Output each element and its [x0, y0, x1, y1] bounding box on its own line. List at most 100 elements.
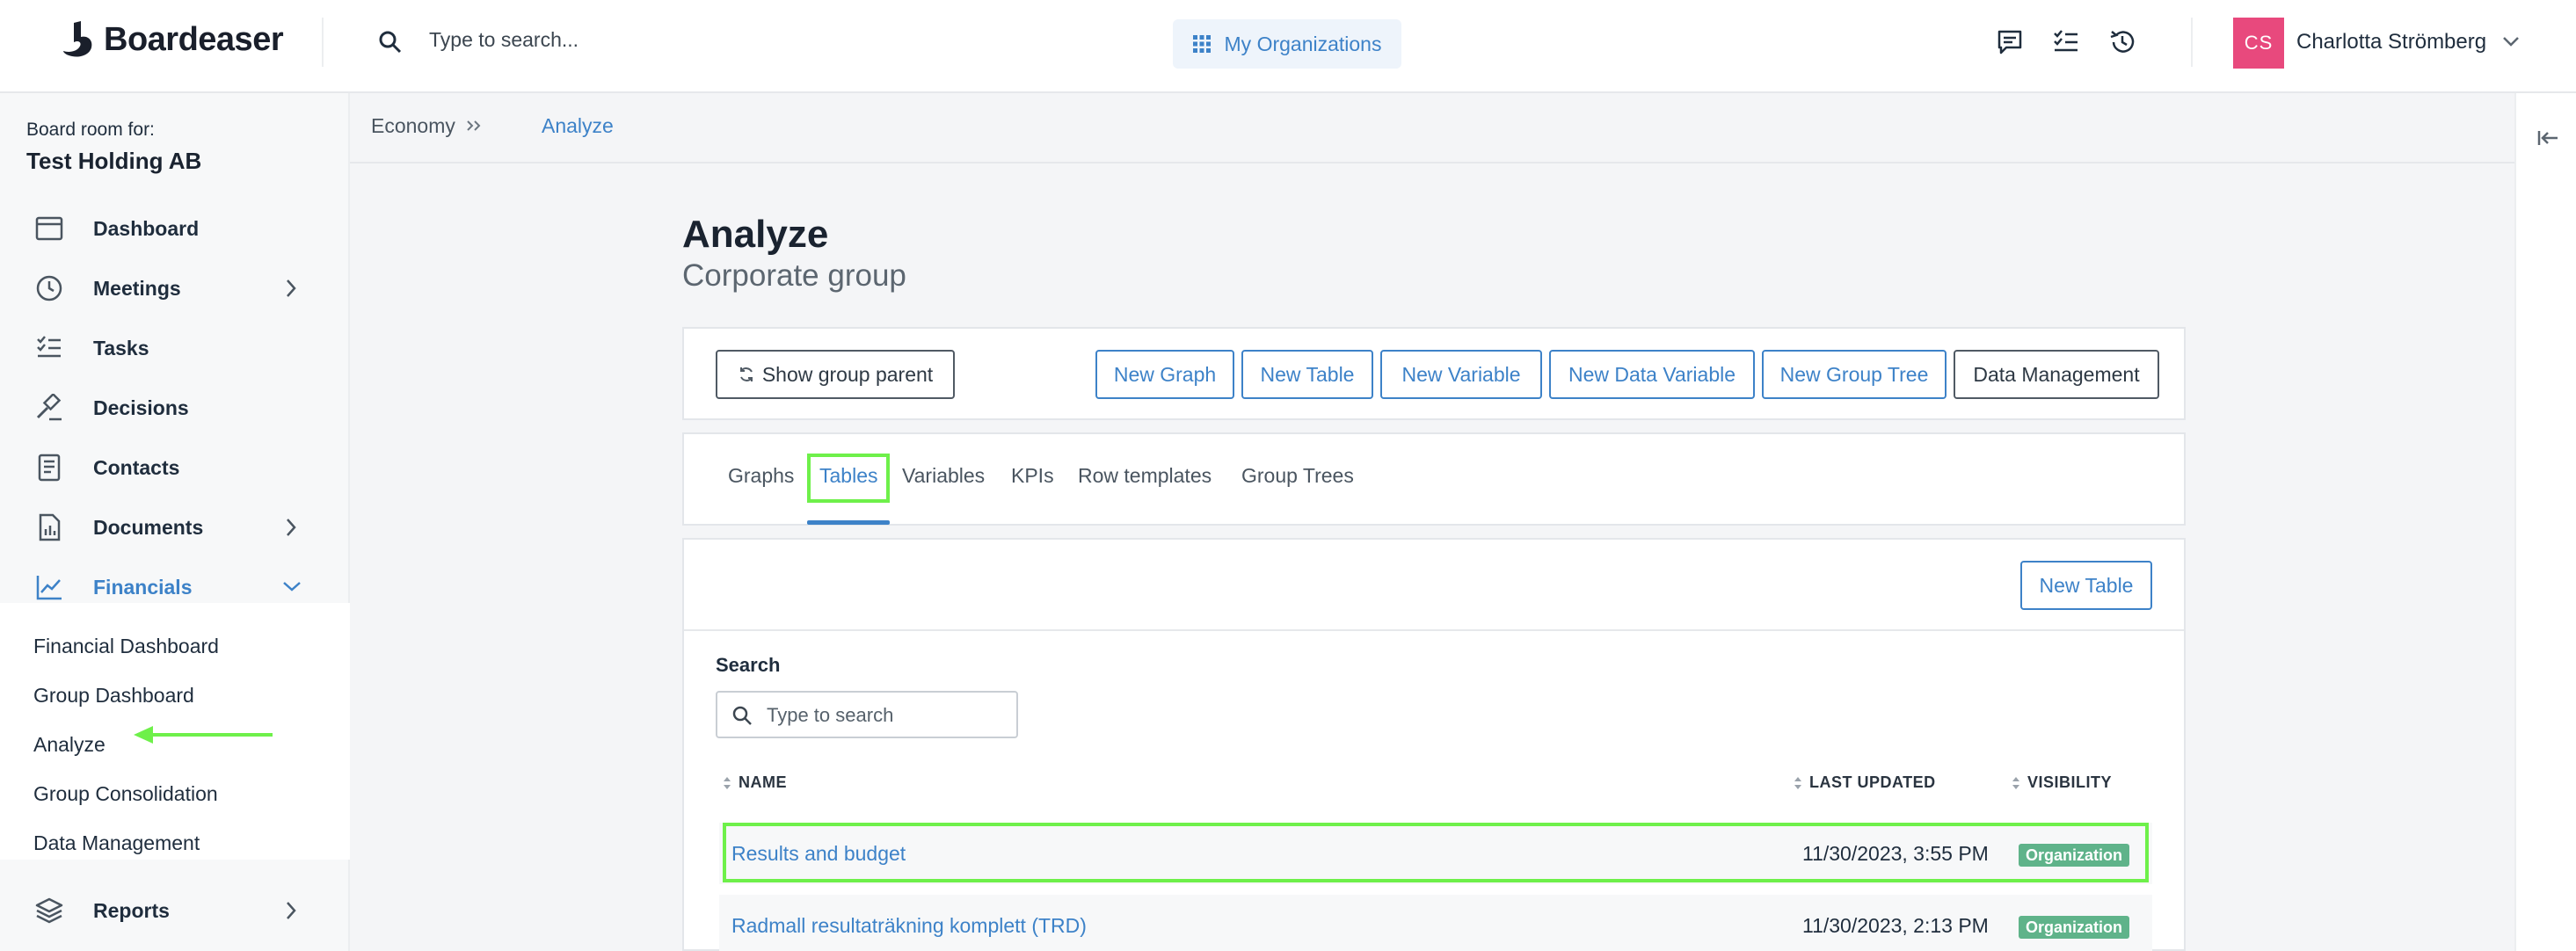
tab-variables[interactable]: Variables	[902, 464, 985, 488]
new-table-button[interactable]: New Table	[2020, 561, 2152, 610]
page-subtitle: Corporate group	[682, 258, 906, 293]
breadcrumb-analyze[interactable]: Analyze	[542, 114, 614, 138]
clock-icon	[35, 274, 63, 302]
new-data-variable-button[interactable]: New Data Variable	[1549, 350, 1755, 399]
annotation-highlight-box	[723, 823, 2149, 882]
new-graph-button[interactable]: New Graph	[1095, 350, 1234, 399]
sidebar-item-label: Dashboard	[93, 216, 200, 240]
grid-icon	[1192, 35, 1211, 53]
top-bar: Boardeaser Type to search... My Organiza…	[0, 0, 2576, 93]
global-search-input[interactable]: Type to search...	[429, 28, 579, 52]
logo-icon	[63, 21, 92, 57]
breadcrumb: Economy Analyze	[350, 93, 2514, 163]
chevron-down-icon[interactable]	[2502, 35, 2520, 47]
sidebar-item-label: Decisions	[93, 396, 189, 419]
logo[interactable]: Boardeaser	[62, 19, 284, 60]
submenu-group-dashboard[interactable]: Group Dashboard	[33, 684, 194, 708]
row-last-updated: 11/30/2023, 2:13 PM	[1802, 914, 1989, 937]
new-table-button[interactable]: New Table	[1241, 350, 1373, 399]
sidebar-item-label: Tasks	[93, 336, 149, 359]
sidebar-item-label: Financials	[93, 575, 193, 599]
chevron-right-icon[interactable]	[285, 278, 297, 299]
column-header-label: VISIBILITY	[2027, 773, 2113, 791]
sidebar-item-documents[interactable]: Documents	[0, 497, 350, 557]
tabs-card: Graphs Tables Variables KPIs Row templat…	[682, 432, 2186, 526]
sidebar-item-label: Contacts	[93, 455, 180, 479]
sidebar-item-meetings[interactable]: Meetings	[0, 258, 350, 318]
sort-icon	[724, 776, 731, 789]
address-book-icon	[35, 454, 63, 482]
history-icon[interactable]	[2108, 28, 2136, 56]
sidebar-item-decisions[interactable]: Decisions	[0, 378, 350, 438]
new-variable-button[interactable]: New Variable	[1380, 350, 1542, 399]
sidebar-item-tasks[interactable]: Tasks	[0, 318, 350, 378]
column-header-visibility[interactable]: VISIBILITY	[2012, 773, 2112, 792]
calendar-icon	[35, 214, 63, 243]
column-header-label: LAST UPDATED	[1809, 773, 1936, 791]
show-group-parent-button[interactable]: Show group parent	[716, 350, 955, 399]
submenu-group-consolidation[interactable]: Group Consolidation	[33, 782, 218, 806]
my-organizations-button[interactable]: My Organizations	[1173, 19, 1401, 69]
gavel-icon	[35, 394, 63, 422]
column-header-name[interactable]: NAME	[723, 773, 787, 792]
chevron-down-icon[interactable]	[281, 580, 302, 592]
user-name[interactable]: Charlotta Strömberg	[2296, 30, 2486, 54]
chevron-right-icon[interactable]	[285, 517, 297, 538]
search-icon[interactable]	[378, 30, 403, 54]
tasks-checklist-icon[interactable]	[2052, 28, 2080, 56]
submenu-analyze[interactable]: Analyze	[33, 733, 106, 757]
tables-card-header: New Table	[684, 540, 2184, 631]
sidebar-item-contacts[interactable]: Contacts	[0, 438, 350, 497]
chat-icon[interactable]	[1996, 28, 2024, 56]
table-row[interactable]: Radmall resultaträkning komplett (TRD) 1…	[719, 895, 2152, 951]
annotation-highlight-box	[807, 454, 890, 503]
tab-kpis[interactable]: KPIs	[1011, 464, 1054, 488]
actions-card: Show group parent New Graph New Table Ne…	[682, 327, 2186, 420]
avatar[interactable]: CS	[2233, 18, 2284, 69]
chart-line-icon	[35, 573, 63, 601]
breadcrumb-economy[interactable]: Economy	[371, 114, 455, 138]
active-tab-indicator	[807, 520, 890, 525]
table-search-input[interactable]	[767, 701, 1004, 730]
logo-text: Boardeaser	[104, 20, 284, 58]
visibility-badge: Organization	[2019, 916, 2130, 939]
divider	[322, 18, 324, 67]
new-group-tree-button[interactable]: New Group Tree	[1762, 350, 1947, 399]
sidebar-item-label: Reports	[93, 898, 170, 922]
tab-graphs[interactable]: Graphs	[728, 464, 794, 488]
tab-row-templates[interactable]: Row templates	[1078, 464, 1212, 488]
show-group-parent-label: Show group parent	[761, 362, 934, 386]
data-management-button[interactable]: Data Management	[1954, 350, 2159, 399]
chevron-right-icon[interactable]	[285, 900, 297, 921]
board-name: Test Holding AB	[26, 148, 202, 174]
right-rail	[2514, 93, 2576, 951]
tab-group-trees[interactable]: Group Trees	[1241, 464, 1354, 488]
divider	[2191, 18, 2193, 67]
collapse-panel-icon[interactable]	[2537, 128, 2558, 148]
board-room-label: Board room for:	[26, 120, 155, 140]
search-icon	[731, 705, 753, 726]
layers-icon	[35, 897, 63, 925]
double-chevron-right-icon	[466, 120, 484, 132]
submenu-financial-dashboard[interactable]: Financial Dashboard	[33, 635, 219, 658]
submenu-data-management[interactable]: Data Management	[33, 831, 200, 855]
sidebar-item-label: Documents	[93, 515, 204, 539]
sort-icon	[2012, 776, 2019, 789]
table-search-field[interactable]	[716, 691, 1018, 738]
sidebar: Board room for: Test Holding AB Dashboar…	[0, 93, 350, 951]
row-name-link[interactable]: Radmall resultaträkning komplett (TRD)	[731, 914, 1087, 938]
tables-card: New Table Search NAME LAST UPDATED VISIB…	[682, 538, 2186, 951]
annotation-arrow	[132, 724, 274, 745]
sidebar-item-dashboard[interactable]: Dashboard	[0, 199, 350, 258]
sidebar-item-label: Meetings	[93, 276, 181, 300]
column-header-last-updated[interactable]: LAST UPDATED	[1794, 773, 1936, 792]
refresh-icon	[739, 367, 753, 381]
search-label: Search	[716, 654, 781, 676]
sidebar-item-reports[interactable]: Reports	[0, 881, 350, 940]
checklist-icon	[35, 334, 63, 362]
document-icon	[35, 513, 63, 541]
page-title: Analyze	[682, 213, 829, 256]
sort-icon	[1794, 776, 1801, 789]
my-organizations-label: My Organizations	[1224, 32, 1382, 55]
column-header-label: NAME	[739, 773, 787, 791]
